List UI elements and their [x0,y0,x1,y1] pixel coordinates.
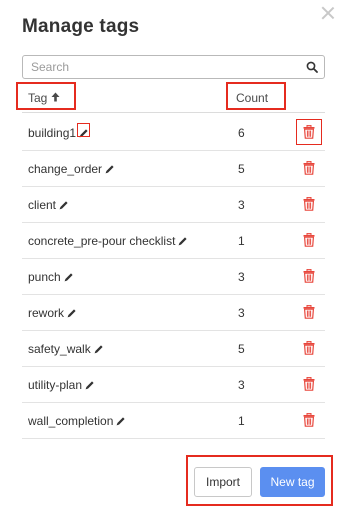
dialog-title: Manage tags [22,16,140,37]
tag-name: punch [28,270,74,284]
tag-header-highlight [16,82,76,110]
table-row: utility-plan 3 [22,367,325,403]
table-row: change_order 5 [22,151,325,187]
search-input[interactable] [31,59,291,75]
table-row: client 3 [22,187,325,223]
tag-count: 3 [238,198,245,212]
table-row: building1 6 [22,115,325,151]
count-header-highlight [226,82,286,110]
edit-pencil-icon[interactable] [116,416,126,426]
tag-count: 5 [238,342,245,356]
table-row: wall_completion 1 [22,403,325,439]
tag-label: change_order [28,162,103,176]
trash-icon[interactable] [303,376,315,391]
table-row: safety_walk 5 [22,331,325,367]
new-tag-button[interactable]: New tag [260,467,325,497]
edit-pencil-icon[interactable] [178,236,188,246]
edit-pencil-icon[interactable] [85,380,95,390]
edit-pencil-icon[interactable] [94,344,104,354]
tag-label: building1 [28,126,77,140]
trash-icon[interactable] [303,412,315,427]
tag-name: rework [28,306,77,320]
edit-icon-highlight [77,123,91,137]
import-button[interactable]: Import [194,467,252,497]
tag-count: 1 [238,414,245,428]
trash-icon[interactable] [303,232,315,247]
tag-name: wall_completion [28,414,126,428]
tag-label: safety_walk [28,342,91,356]
tag-count: 1 [238,234,245,248]
edit-pencil-icon[interactable] [59,200,69,210]
tag-name: client [28,198,69,212]
tag-label: utility-plan [28,378,83,392]
close-icon[interactable] [321,6,335,20]
trash-icon[interactable] [303,304,315,319]
tag-name: change_order [28,162,115,176]
tag-count: 3 [238,378,245,392]
edit-pencil-icon[interactable] [105,164,115,174]
tag-count: 3 [238,306,245,320]
edit-pencil-icon[interactable] [64,272,74,282]
edit-pencil-icon[interactable] [67,308,77,318]
search-icon[interactable] [306,61,318,73]
table-row: rework 3 [22,295,325,331]
tag-count: 6 [238,126,245,140]
tag-label: rework [28,306,65,320]
delete-icon-highlight [296,119,322,145]
trash-icon[interactable] [303,196,315,211]
table-row: concrete_pre-pour checklist 1 [22,223,325,259]
tag-count: 5 [238,162,245,176]
tag-label: concrete_pre-pour checklist [28,234,176,248]
trash-icon[interactable] [303,340,315,355]
tag-name: safety_walk [28,342,104,356]
tag-name: concrete_pre-pour checklist [28,234,188,248]
trash-icon[interactable] [303,268,315,283]
tag-label: punch [28,270,61,284]
manage-tags-dialog: Manage tags Tag Count building16change_o… [0,0,345,510]
tag-name: utility-plan [28,378,95,392]
tag-label: client [28,198,57,212]
tag-count: 3 [238,270,245,284]
tag-label: wall_completion [28,414,114,428]
search-box [22,55,325,79]
trash-icon[interactable] [303,160,315,175]
table-row: punch 3 [22,259,325,295]
